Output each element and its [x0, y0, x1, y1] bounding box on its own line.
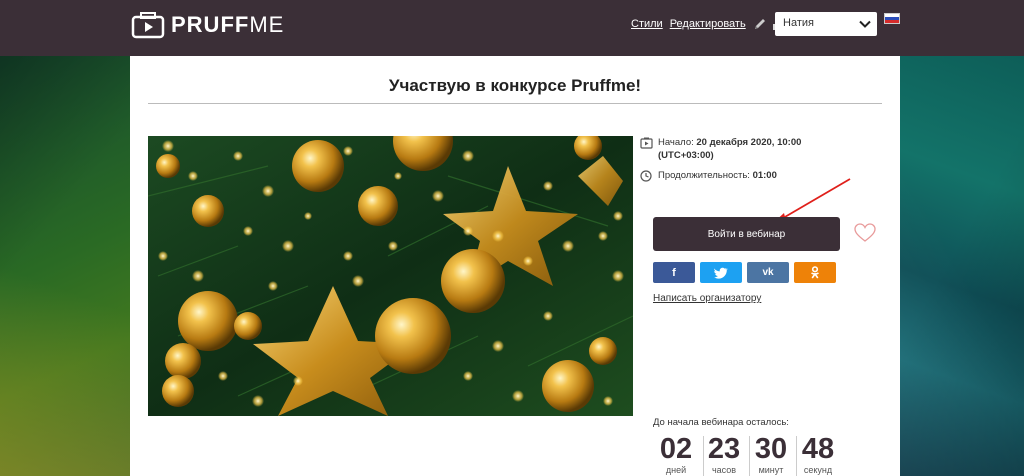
styles-link[interactable]: Стили [631, 18, 663, 30]
ok-share-button[interactable] [794, 262, 836, 283]
facebook-icon: f [672, 266, 676, 279]
duration-label: Продолжительность: [658, 170, 750, 181]
start-value: 20 декабря 2020, 10:00 [696, 137, 802, 148]
countdown-seconds-unit: секунд [803, 465, 833, 475]
chevron-down-icon [859, 20, 871, 28]
countdown-label: До начала вебинара осталось: [653, 417, 789, 428]
vk-share-button[interactable]: vk [747, 262, 789, 283]
top-header: PRUFFME Стили Редактировать Натия [0, 0, 1024, 56]
camera-play-icon [131, 12, 165, 39]
countdown-minutes: 30 [754, 433, 788, 465]
background-right-overlay [900, 56, 1024, 476]
clock-icon [640, 170, 652, 182]
countdown-minutes-unit: минут [758, 465, 784, 475]
twitter-icon [714, 267, 728, 279]
header-nav: Стили Редактировать [631, 17, 785, 31]
countdown-hours-unit: часов [711, 465, 737, 475]
write-organizer-link[interactable]: Написать организатору [653, 293, 761, 304]
logo-bold: PRUFF [171, 12, 250, 37]
logo-text: PRUFFME [171, 12, 284, 38]
countdown-divider [749, 436, 750, 476]
countdown-hours: 23 [707, 433, 741, 465]
logo-thin: ME [249, 12, 285, 37]
countdown-days: 02 [659, 433, 693, 465]
russian-flag-icon[interactable] [884, 13, 900, 24]
user-select-value: Натия [783, 17, 814, 29]
edit-link[interactable]: Редактировать [670, 18, 746, 30]
user-select[interactable]: Натия [775, 12, 877, 36]
start-label: Начало: [658, 137, 694, 148]
logo[interactable]: PRUFFME [131, 10, 284, 40]
timezone: (UTC+03:00) [658, 150, 714, 161]
page-title: Участвую в конкурсе Pruffme! [388, 76, 642, 95]
start-info: Начало: 20 декабря 2020, 10:00 (UTC+03:0… [640, 136, 802, 162]
webinar-panel: Участвую в конкурсе Pruffme! Начало: 20 … [130, 56, 900, 476]
join-webinar-button[interactable]: Войти в вебинар [653, 217, 840, 251]
webinar-cover-image [148, 136, 633, 416]
title-divider [148, 103, 882, 104]
countdown-seconds: 48 [801, 433, 835, 465]
heart-icon[interactable] [854, 223, 876, 243]
countdown-days-unit: дней [665, 465, 687, 475]
twitter-share-button[interactable] [700, 262, 742, 283]
odnoklassniki-icon [811, 266, 819, 279]
pencil-icon[interactable] [753, 17, 767, 31]
background-left [0, 56, 130, 476]
duration-info: Продолжительность: 01:00 [640, 169, 777, 182]
calendar-play-icon [640, 137, 653, 149]
facebook-share-button[interactable]: f [653, 262, 695, 283]
vk-icon: vk [762, 267, 774, 278]
